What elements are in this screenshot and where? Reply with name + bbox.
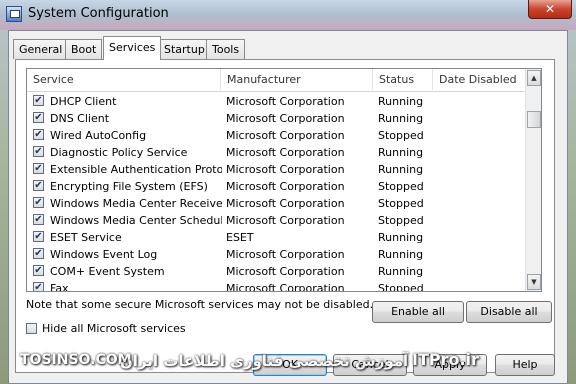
service-manufacturer: Microsoft Corporation	[226, 95, 345, 108]
service-manufacturer: Microsoft Corporation	[226, 197, 345, 210]
hide-microsoft-services-label: Hide all Microsoft services	[42, 322, 186, 335]
table-row[interactable]: ✔ Wired AutoConfig Microsoft Corporation St…	[27, 127, 525, 144]
service-checkbox[interactable]: ✔	[33, 265, 44, 276]
service-checkbox[interactable]: ✔	[33, 112, 44, 123]
service-name: Encrypting File System (EFS)	[50, 180, 208, 193]
table-row[interactable]: ✔ Extensible Authentication Protocol Micro…	[27, 161, 525, 178]
tab-tools[interactable]: Tools	[206, 39, 246, 59]
service-checkbox[interactable]: ✔	[33, 180, 44, 191]
watermark-persian: آموزش تخصصی فناوری اطلاعات ایران	[120, 352, 409, 370]
services-list[interactable]: Service Manufacturer Status Date Disable…	[26, 68, 542, 292]
table-row[interactable]: ✔ DNS Client Microsoft Corporation Running	[27, 110, 525, 127]
watermark-tosinso: TOSINSO.COM	[20, 352, 132, 368]
column-header-status[interactable]: Status	[373, 69, 433, 90]
service-name: Windows Media Center Receiver...	[50, 197, 222, 210]
service-status: Running	[378, 248, 424, 261]
service-manufacturer: Microsoft Corporation	[226, 129, 345, 142]
service-manufacturer: Microsoft Corporation	[226, 180, 345, 193]
service-checkbox[interactable]: ✔	[33, 197, 44, 208]
service-checkbox[interactable]: ✔	[33, 163, 44, 174]
service-checkbox[interactable]: ✔	[33, 282, 44, 291]
table-row[interactable]: ✔ Windows Media Center Schedule... Microso…	[27, 212, 525, 229]
service-name: ESET Service	[50, 231, 122, 244]
window-title: System Configuration	[28, 6, 169, 21]
service-manufacturer: Microsoft Corporation	[226, 163, 345, 176]
service-status: Stopped	[378, 282, 424, 292]
scroll-thumb[interactable]	[527, 111, 541, 128]
column-header-date-disabled[interactable]: Date Disabled	[433, 69, 525, 90]
service-checkbox[interactable]: ✔	[33, 231, 44, 242]
service-manufacturer: Microsoft Corporation	[226, 282, 345, 292]
service-name: Wired AutoConfig	[50, 129, 147, 142]
service-manufacturer: ESET	[226, 231, 254, 244]
table-row[interactable]: ✔ Fax Microsoft Corporation Stopped	[27, 280, 525, 292]
service-manufacturer: Microsoft Corporation	[226, 248, 345, 261]
disable-all-button[interactable]: Disable all	[466, 301, 552, 323]
table-row[interactable]: ✔ Diagnostic Policy Service Microsoft Corp…	[27, 144, 525, 161]
title-bar[interactable]: System Configuration ✕	[0, 0, 576, 30]
service-name: Extensible Authentication Protocol	[50, 163, 222, 176]
column-header-manufacturer[interactable]: Manufacturer	[221, 69, 373, 90]
service-status: Running	[378, 95, 424, 108]
service-status: Stopped	[378, 129, 424, 142]
system-configuration-icon	[6, 6, 22, 22]
table-row[interactable]: ✔ Encrypting File System (EFS) Microsoft C…	[27, 178, 525, 195]
service-checkbox[interactable]: ✔	[33, 95, 44, 106]
help-button[interactable]: Help	[495, 354, 555, 376]
service-status: Running	[378, 231, 424, 244]
table-row[interactable]: ✔ ESET Service ESET Running	[27, 229, 525, 246]
list-header: Service Manufacturer Status Date Disable…	[27, 69, 525, 92]
service-status: Stopped	[378, 214, 424, 227]
service-name: COM+ Event System	[50, 265, 165, 278]
service-checkbox[interactable]: ✔	[33, 214, 44, 225]
watermark-itpro: ITPro.ir	[412, 350, 479, 369]
tab-boot[interactable]: Boot	[65, 39, 103, 59]
service-status: Running	[378, 146, 424, 159]
service-name: Fax	[50, 282, 69, 292]
service-name: Windows Media Center Schedule...	[50, 214, 222, 227]
table-row[interactable]: ✔ Windows Media Center Receiver... Microso…	[27, 195, 525, 212]
list-rows: ✔ DHCP Client Microsoft Corporation Running…	[27, 93, 525, 292]
service-manufacturer: Microsoft Corporation	[226, 146, 345, 159]
tab-general[interactable]: General	[13, 39, 69, 59]
tab-startup[interactable]: Startup	[158, 39, 211, 59]
service-checkbox[interactable]: ✔	[33, 248, 44, 259]
service-name: DNS Client	[50, 112, 110, 125]
tab-services[interactable]: Services	[103, 36, 162, 60]
service-status: Running	[378, 265, 424, 278]
service-manufacturer: Microsoft Corporation	[226, 112, 345, 125]
client-area: General Boot Services Startup Tools Serv…	[8, 30, 568, 384]
table-row[interactable]: ✔ Windows Event Log Microsoft Corporation R…	[27, 246, 525, 263]
services-panel: Service Manufacturer Status Date Disable…	[15, 59, 555, 373]
service-status: Running	[378, 163, 424, 176]
table-row[interactable]: ✔ DHCP Client Microsoft Corporation Running	[27, 93, 525, 110]
service-status: Stopped	[378, 197, 424, 210]
service-checkbox[interactable]: ✔	[33, 146, 44, 157]
scroll-down-icon[interactable]: ▼	[527, 274, 541, 290]
table-row[interactable]: ✔ COM+ Event System Microsoft Corporation R…	[27, 263, 525, 280]
service-name: Windows Event Log	[50, 248, 158, 261]
close-button[interactable]: ✕	[528, 0, 572, 19]
vertical-scrollbar[interactable]: ▲ ▼	[525, 69, 541, 291]
service-status: Running	[378, 112, 424, 125]
service-manufacturer: Microsoft Corporation	[226, 214, 345, 227]
secure-services-note: Note that some secure Microsoft services…	[26, 298, 374, 311]
scroll-up-icon[interactable]: ▲	[527, 70, 541, 86]
service-name: DHCP Client	[50, 95, 117, 108]
enable-all-button[interactable]: Enable all	[372, 301, 464, 323]
service-manufacturer: Microsoft Corporation	[226, 265, 345, 278]
service-name: Diagnostic Policy Service	[50, 146, 188, 159]
column-header-service[interactable]: Service	[27, 69, 221, 90]
service-checkbox[interactable]: ✔	[33, 129, 44, 140]
service-status: Stopped	[378, 180, 424, 193]
hide-microsoft-services-checkbox[interactable]	[26, 323, 37, 334]
